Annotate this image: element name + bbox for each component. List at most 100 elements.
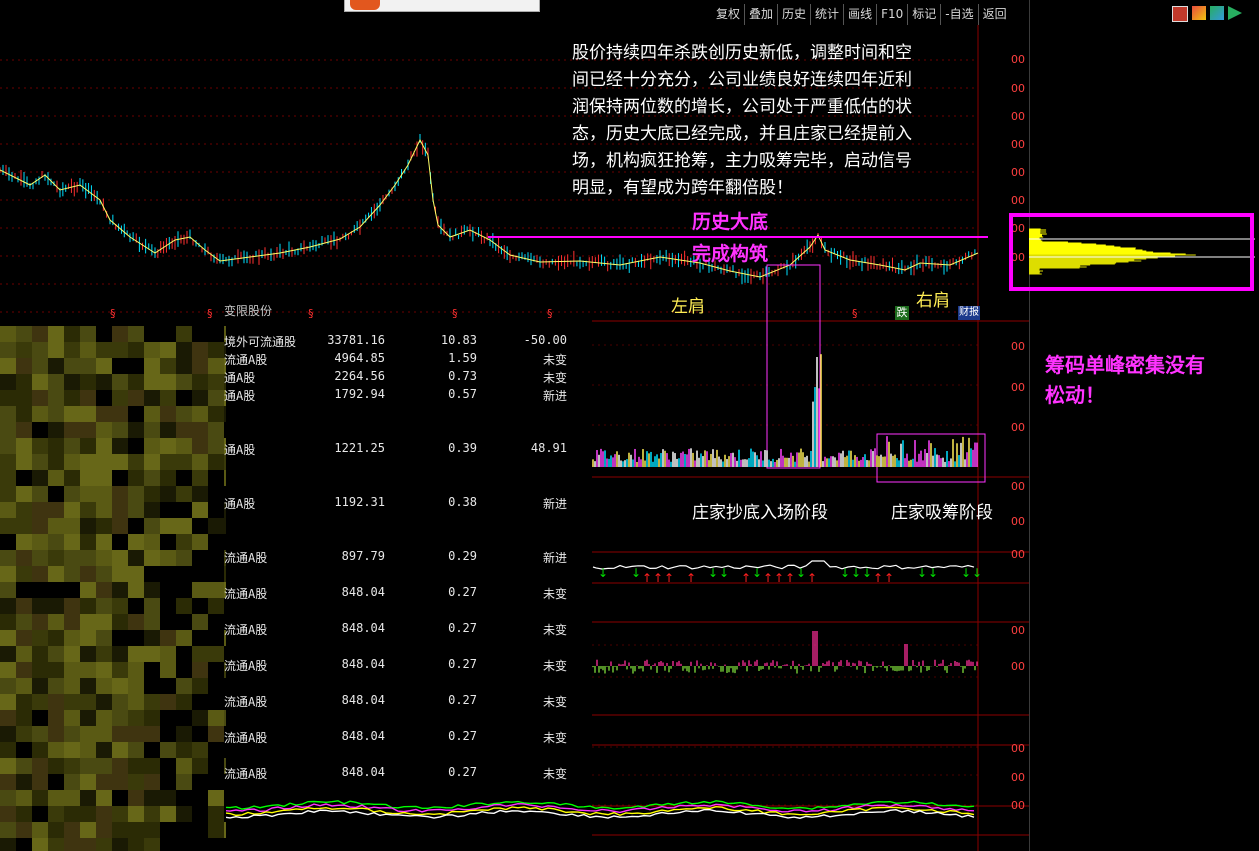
mosaic-tile — [112, 390, 128, 406]
fall-marker[interactable]: 跌 — [895, 306, 909, 320]
mosaic-tile — [160, 710, 176, 726]
history-button[interactable]: 历史 — [777, 4, 810, 25]
mosaic-tile — [144, 422, 160, 438]
mosaic-tile — [48, 438, 64, 454]
mosaic-tile — [80, 742, 96, 758]
share-change: 48.91 — [530, 441, 567, 455]
mosaic-tile — [16, 678, 32, 694]
mosaic-tile — [96, 822, 112, 838]
mosaic-tile — [176, 710, 192, 726]
mosaic-tile — [80, 438, 96, 454]
mosaic-tile — [48, 358, 64, 374]
mosaic-tile — [96, 662, 112, 678]
mosaic-tile — [0, 534, 16, 550]
f10-button[interactable]: F10 — [876, 4, 907, 25]
mosaic-tile — [160, 598, 176, 614]
restore-rights-button[interactable]: 复权 — [712, 4, 744, 25]
mosaic-tile — [144, 726, 160, 742]
overlay-button[interactable]: 叠加 — [744, 4, 777, 25]
mosaic-tile — [192, 742, 208, 758]
share-count: 848.04 — [341, 621, 385, 635]
mosaic-tile — [160, 838, 176, 851]
mosaic-tile — [64, 518, 80, 534]
mosaic-tile — [16, 438, 32, 454]
mosaic-tile — [32, 630, 48, 646]
mosaic-tile — [48, 470, 64, 486]
chart-icon[interactable] — [1192, 6, 1206, 20]
mosaic-tile — [112, 326, 128, 342]
mosaic-tile — [80, 550, 96, 566]
mosaic-tile — [176, 438, 192, 454]
mosaic-tile — [128, 726, 144, 742]
axis-tick-label: 00 — [1011, 799, 1025, 812]
finance-marker[interactable]: 财报 — [958, 306, 980, 320]
mosaic-tile — [144, 806, 160, 822]
arrow-icon[interactable] — [1210, 6, 1224, 20]
mosaic-tile — [16, 838, 32, 851]
share-count: 1221.25 — [334, 441, 385, 455]
table-row: 通A股 1792.94 0.57 新进 — [222, 387, 592, 403]
mosaic-tile — [48, 598, 64, 614]
signal-arrow: ↓ — [796, 566, 806, 580]
report-icon[interactable] — [1172, 6, 1188, 22]
mosaic-tile — [64, 582, 80, 598]
draw-line-button[interactable]: 画线 — [843, 4, 876, 25]
mosaic-tile — [160, 582, 176, 598]
mosaic-tile — [64, 454, 80, 470]
mosaic-tile — [128, 534, 144, 550]
mosaic-tile — [64, 742, 80, 758]
mosaic-tile — [32, 550, 48, 566]
mosaic-tile — [144, 646, 160, 662]
mosaic-tile — [48, 742, 64, 758]
mosaic-tile — [128, 630, 144, 646]
mosaic-tile — [128, 422, 144, 438]
mosaic-tile — [64, 710, 80, 726]
mosaic-tile — [160, 822, 176, 838]
mosaic-tile — [176, 326, 192, 342]
oscillator-indicator — [592, 631, 978, 674]
mosaic-tile — [80, 822, 96, 838]
signal-arrow: ↓ — [752, 566, 762, 580]
table-row: 通A股 1221.25 0.39 48.91 — [222, 441, 592, 457]
mosaic-tile — [112, 838, 128, 851]
mosaic-tile — [64, 390, 80, 406]
mosaic-tile — [176, 758, 192, 774]
mosaic-tile — [32, 566, 48, 582]
holder-type: 通A股 — [224, 389, 256, 403]
mosaic-tile — [192, 358, 208, 374]
mosaic-tile — [144, 790, 160, 806]
mosaic-tile — [96, 566, 112, 582]
back-button[interactable]: 返回 — [977, 4, 1011, 25]
mosaic-tile — [192, 630, 208, 646]
mosaic-tile — [160, 726, 176, 742]
remove-watchlist-button[interactable]: -自选 — [940, 4, 977, 25]
mosaic-tile — [16, 694, 32, 710]
mosaic-tile — [144, 822, 160, 838]
mosaic-tile — [128, 342, 144, 358]
statistics-button[interactable]: 统计 — [810, 4, 843, 25]
pixelated-overlay — [0, 326, 226, 851]
mosaic-tile — [160, 790, 176, 806]
entry-stage-label: 庄家抄底入场阶段 — [692, 503, 828, 523]
mosaic-tile — [80, 374, 96, 390]
holder-type: 流通A股 — [224, 353, 268, 367]
mosaic-tile — [32, 678, 48, 694]
bottom-indicator — [109, 800, 975, 819]
mosaic-tile — [32, 790, 48, 806]
mosaic-tile — [0, 598, 16, 614]
mosaic-tile — [0, 630, 16, 646]
mosaic-tile — [160, 742, 176, 758]
mosaic-tile — [16, 822, 32, 838]
mosaic-tile — [192, 406, 208, 422]
mosaic-tile — [176, 774, 192, 790]
mosaic-tile — [128, 566, 144, 582]
mosaic-tile — [32, 662, 48, 678]
mosaic-tile — [96, 358, 112, 374]
play-icon[interactable] — [1228, 6, 1242, 20]
mosaic-tile — [80, 630, 96, 646]
mosaic-tile — [16, 550, 32, 566]
mosaic-tile — [208, 838, 224, 851]
mosaic-tile — [160, 342, 176, 358]
mosaic-tile — [176, 806, 192, 822]
mark-button[interactable]: 标记 — [907, 4, 940, 25]
